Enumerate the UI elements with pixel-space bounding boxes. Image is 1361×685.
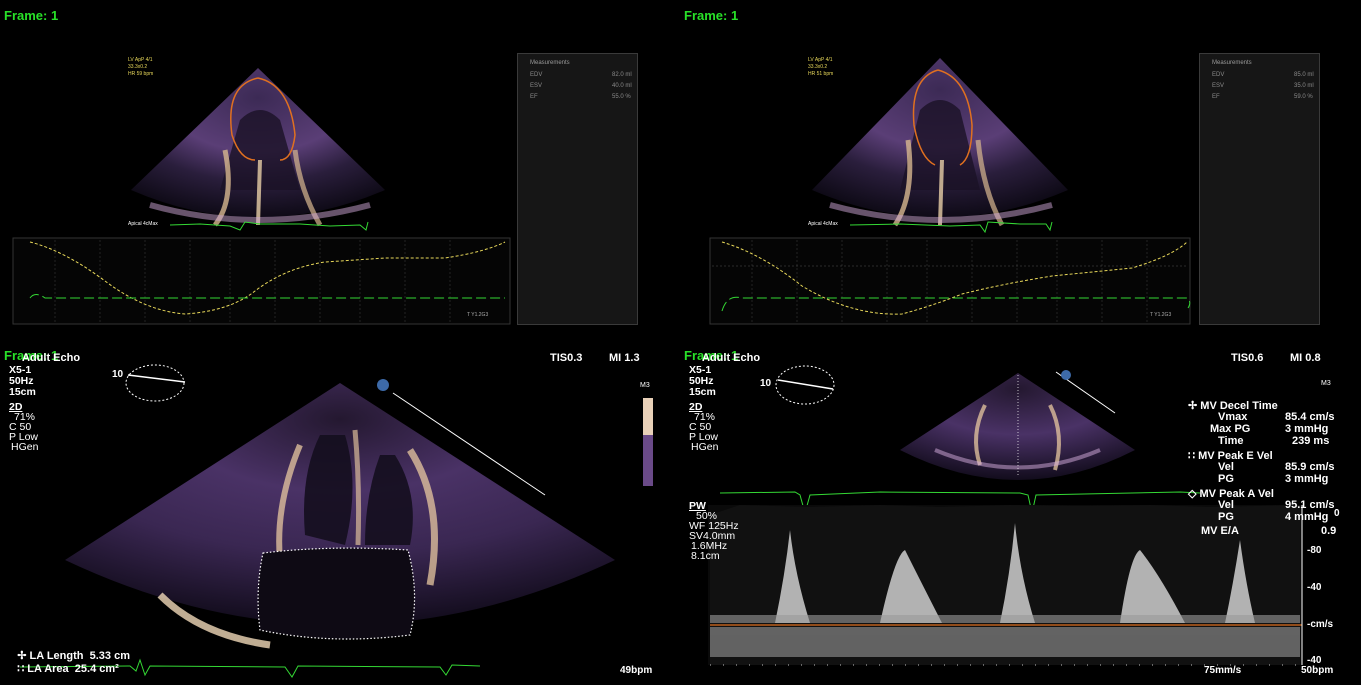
heart-rate: 50bpm [1301,665,1334,676]
measurements-panel[interactable]: Measurements EDV 85.0 ml ESV 35.0 ml EF … [1199,53,1320,325]
measurements-title: Measurements [530,60,570,66]
mv-label: Vmax [1218,411,1248,423]
velocity-scale-label: -80 [1307,545,1322,556]
measure-label: EF [1212,94,1220,100]
echo-sector-image [19,364,653,678]
mv-value: 85.9 cm/s [1285,461,1335,473]
mv-label: PG [1218,473,1234,485]
mv-value: 85.4 cm/s [1285,411,1335,423]
measure-label: EDV [1212,72,1225,78]
measure-row: ∷ LA Area 25.4 cm² [5,650,119,685]
measure-label: EDV [530,72,543,78]
probe-param: 15cm [689,386,716,398]
view-label: Apical 4cMax [128,221,158,227]
measure-label: ESV [530,83,543,89]
mv-value: 95.1 cm/s [1285,499,1335,511]
tis-value: TIS0.6 [1231,352,1264,364]
orientation-number: 10 [112,369,124,380]
velocity-scale-label: -40 [1307,582,1322,593]
panel-bottom-right[interactable]: Frame: 1 Adult Echo TIS0.6 MI 0.8 X5-1 5… [680,345,1361,685]
mv-label: MV E/A [1201,525,1239,537]
curve-end-label: T Y1.2G3 [1150,312,1171,318]
mv-results-panel: ✢ MV Decel Time Vmax 85.4 cm/s Max PG 3 … [1188,399,1358,539]
measure-value: 35.0 ml [1294,83,1314,89]
mode-2d-param: HGen [691,441,719,453]
mi-value: MI 1.3 [609,352,640,364]
mv-label: Time [1218,435,1244,447]
tis-value: TIS0.3 [550,352,583,364]
crosshair-icon: ✢ [1188,400,1201,412]
measure-value: 59.0 % [1294,94,1313,100]
diamond-marker-icon: ◇ [1188,488,1200,500]
measure-value: 25.4 cm² [74,663,119,675]
sweep-speed: 75mm/s [1204,665,1242,676]
probe-param: 15cm [9,386,36,398]
panel-bottom-left[interactable]: Frame: 1 Adult Echo TIS0.3 MI 1.3 X5-1 5… [0,345,674,685]
overlay-line: LV ApP 4/1 [128,57,153,63]
mv-label: Vel [1218,499,1234,511]
mv-value: 0.9 [1321,525,1337,537]
velocity-scale-label: 0 [1334,508,1340,519]
measure-label: LA Area [27,663,69,675]
view-label: Apical 4cMax [808,221,838,227]
measurements-title: Measurements [1212,60,1252,66]
mode-label: Adult Echo [702,352,761,364]
overlay-line: HR 59 bpm [128,71,154,77]
measure-value: 40.0 ml [612,83,632,89]
overlay-line: 33.3x0.2 [808,64,828,70]
overlay-line: 33.3x0.2 [128,64,148,70]
panel-top-left[interactable]: Frame: 1 LV ApP 4/1 33.3x0.2 HR 59 bpm A… [0,0,674,340]
measure-value: 82.0 ml [612,72,632,78]
mv-value: 4 mmHg [1285,511,1329,523]
measure-value: 55.0 % [612,94,631,100]
volume-curve-plot[interactable]: T Y1.2G3 [5,236,515,326]
velocity-unit-label: -cm/s [1307,619,1334,630]
mv-label: Vel [1218,461,1234,473]
curve-end-label: T Y1.2G3 [467,312,488,318]
volume-curve-plot[interactable]: T Y1.2G3 [702,236,1214,326]
mv-value: 239 ms [1292,435,1330,447]
measure-value: 85.0 ml [1294,72,1314,78]
dot-marker-icon: ∷ [1188,450,1199,462]
measure-label: EF [530,94,538,100]
mi-value: MI 0.8 [1290,352,1321,364]
panel-top-right[interactable]: Frame: 1 LV ApP 4/1 33.3x0.2 HR 51 bpm A… [680,0,1361,340]
mode-label: Adult Echo [22,352,81,364]
pw-param: 8.1cm [691,550,720,562]
dot-marker-icon: ∷ [17,663,28,675]
heart-rate: 49bpm [620,665,653,676]
colormap-label: M3 [640,382,650,389]
measurements-panel[interactable]: Measurements EDV 82.0 ml ESV 40.0 ml EF … [517,53,638,325]
orientation-number: 10 [760,378,772,389]
mv-label: Max PG [1210,423,1251,435]
mv-value: 3 mmHg [1285,423,1329,435]
overlay-line: HR 51 bpm [808,71,834,77]
measure-label: ESV [1212,83,1225,89]
mv-label: PG [1218,511,1234,523]
overlay-line: LV ApP 4/1 [808,57,833,63]
colormap-label: M3 [1321,380,1331,387]
mode-2d-param: HGen [11,441,39,453]
mv-value: 3 mmHg [1285,473,1329,485]
